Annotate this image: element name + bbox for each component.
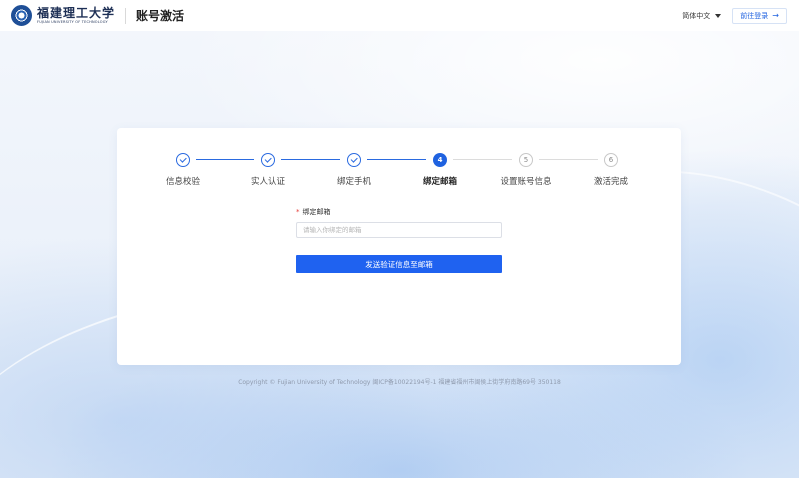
- footer-copyright: Copyright © Fujian University of Technol…: [238, 379, 561, 386]
- top-header: 福建理工大学 FUJIAN UNIVERSITY OF TECHNOLOGY 账…: [0, 0, 799, 31]
- check-icon: [264, 155, 272, 163]
- step-5-circle: 5: [519, 153, 533, 167]
- step-6-label: 激活完成: [593, 177, 629, 187]
- page-title: 账号激活: [136, 9, 185, 23]
- step-connector-1: [196, 159, 254, 160]
- email-input[interactable]: [296, 222, 502, 238]
- step-4-number: 4: [437, 156, 443, 164]
- step-6-number: 6: [608, 156, 614, 164]
- step-1-label: 信息校验: [165, 177, 201, 187]
- step-connector-4: [453, 159, 512, 160]
- language-label: 简体中文: [682, 11, 711, 20]
- login-button-label: 前往登录: [740, 11, 769, 20]
- language-select[interactable]: 简体中文: [682, 11, 722, 21]
- step-3-circle: [347, 153, 361, 167]
- check-icon: [179, 155, 187, 163]
- step-2-label: 实人认证: [250, 177, 286, 187]
- activation-card: [117, 128, 681, 365]
- step-5-label: 设置账号信息: [500, 177, 552, 187]
- step-connector-3: [367, 159, 426, 160]
- step-1-circle: [176, 153, 190, 167]
- header-divider: [125, 7, 127, 24]
- chevron-down-icon: [715, 13, 722, 18]
- step-3-label: 绑定手机: [336, 177, 372, 187]
- university-emblem-icon: [11, 5, 32, 26]
- logo-english-name: FUJIAN UNIVERSITY OF TECHNOLOGY: [37, 19, 108, 24]
- step-2-circle: [261, 153, 275, 167]
- step-4-circle: 4: [433, 153, 447, 167]
- logo-chinese-name: 福建理工大学: [37, 5, 116, 20]
- step-4-label: 绑定邮箱: [422, 177, 458, 187]
- check-icon: [350, 155, 358, 163]
- step-5-number: 5: [523, 156, 529, 164]
- arrow-right-icon: →: [772, 11, 779, 20]
- send-verification-button[interactable]: 发送验证信息至邮箱: [296, 255, 502, 273]
- university-logo[interactable]: 福建理工大学 FUJIAN UNIVERSITY OF TECHNOLOGY: [11, 5, 115, 26]
- required-mark: *: [296, 208, 300, 216]
- go-to-login-button[interactable]: 前往登录 →: [732, 7, 787, 24]
- step-connector-2: [281, 159, 340, 160]
- email-field-label: * 绑定邮箱: [296, 207, 331, 217]
- email-label-text: 绑定邮箱: [302, 208, 331, 216]
- step-connector-5: [539, 159, 598, 160]
- step-6-circle: 6: [604, 153, 618, 167]
